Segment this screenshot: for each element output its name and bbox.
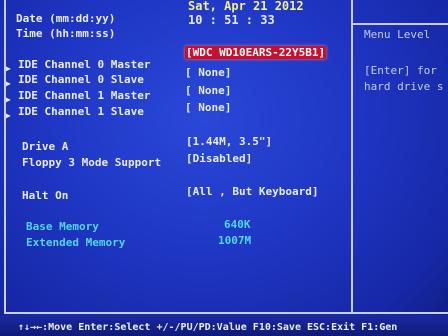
help-line-1: [Enter] for	[364, 64, 437, 77]
time-label: Time (hh:mm:ss)	[16, 27, 116, 40]
submenu-arrow-icon: ▶	[6, 111, 11, 120]
submenu-arrow-icon: ▶	[6, 79, 11, 88]
ide-0-master-label[interactable]: IDE Channel 0 Master	[18, 58, 150, 71]
footer-key-help: ↑↓→←:Move Enter:Select +/-/PU/PD:Value F…	[18, 322, 398, 333]
date-value[interactable]: Sat, Apr 21 2012	[188, 0, 304, 13]
ide-0-master-value-text[interactable]: [WDC WD10EARS-22Y5B1]	[185, 46, 327, 59]
submenu-arrow-icon: ▶	[6, 95, 11, 104]
halt-on-label[interactable]: Halt On	[22, 189, 68, 202]
help-panel-divider	[351, 0, 353, 312]
floppy-3-mode-value[interactable]: [Disabled]	[186, 152, 252, 165]
floppy-3-mode-label[interactable]: Floppy 3 Mode Support	[22, 156, 161, 169]
ide-1-slave-value[interactable]: [ None]	[185, 101, 231, 114]
drive-a-value[interactable]: [1.44M, 3.5"]	[186, 135, 272, 148]
date-label: Date (mm:dd:yy)	[16, 12, 116, 25]
submenu-arrow-icon: ▶	[6, 64, 11, 73]
extended-memory-value: 1007M	[218, 234, 252, 247]
bios-screen: Date (mm:dd:yy) Time (hh:mm:ss) Sat, Apr…	[0, 0, 448, 336]
ide-1-slave-label[interactable]: IDE Channel 1 Slave	[18, 105, 144, 118]
help-title-divider	[353, 23, 448, 25]
base-memory-label: Base Memory	[26, 220, 99, 233]
footer-bar: ↑↓→←:Move Enter:Select +/-/PU/PD:Value F…	[0, 315, 448, 336]
drive-a-label[interactable]: Drive A	[22, 140, 68, 153]
help-line-2: hard drive s	[364, 80, 444, 93]
ide-1-master-label[interactable]: IDE Channel 1 Master	[18, 89, 150, 102]
ide-0-slave-label[interactable]: IDE Channel 0 Slave	[18, 73, 144, 86]
ide-0-slave-value[interactable]: [ None]	[185, 66, 231, 79]
halt-on-value[interactable]: [All , But Keyboard]	[186, 185, 318, 198]
ide-0-master-value[interactable]: [WDC WD10EARS-22Y5B1]	[185, 46, 327, 59]
help-title: Menu Level	[364, 28, 431, 41]
time-value[interactable]: 10 : 51 : 33	[188, 14, 275, 27]
ide-1-master-value[interactable]: [ None]	[185, 84, 231, 97]
extended-memory-label: Extended Memory	[26, 236, 126, 249]
base-memory-value: 640K	[224, 218, 251, 231]
